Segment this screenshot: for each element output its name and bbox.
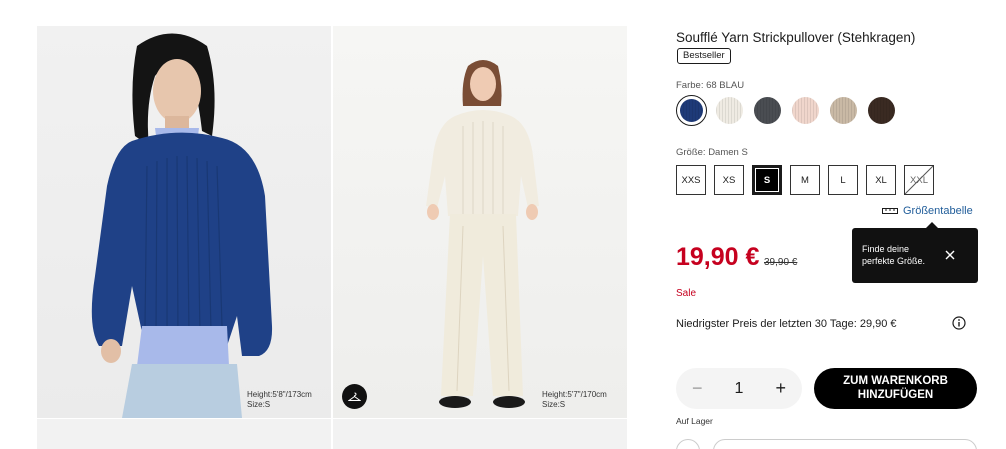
color-swatch-dark-gray[interactable] — [752, 95, 783, 126]
add-to-cart-label-line2: HINZUFÜGEN — [857, 389, 934, 401]
size-option-m[interactable]: M — [790, 165, 820, 195]
model-info-left: Height:5'8"/173cm Size:S — [247, 390, 312, 410]
original-price: 39,90 € — [764, 257, 798, 268]
size-selector: XXS XS S M L XL XXL — [676, 165, 934, 195]
product-photo-model-blue[interactable]: Height:5'8"/173cm Size:S — [37, 26, 331, 418]
size-guide-link[interactable]: Größentabelle — [882, 205, 973, 217]
product-photo-model-white[interactable]: Height:5'7"/170cm Size:S — [333, 26, 627, 418]
increase-quantity-button[interactable]: + — [775, 378, 786, 399]
model-size: Size:S — [247, 400, 271, 409]
model-info-right: Height:5'7"/170cm Size:S — [542, 390, 607, 410]
size-option-label: M — [801, 174, 809, 186]
color-swatch-fill — [679, 98, 703, 122]
product-photo-next-right[interactable] — [333, 419, 627, 449]
decrease-quantity-button[interactable]: − — [692, 378, 703, 399]
size-option-xl[interactable]: XL — [866, 165, 896, 195]
color-swatch-fill — [830, 97, 857, 124]
color-swatch-fill — [868, 97, 895, 124]
color-swatches — [676, 95, 897, 126]
wishlist-button[interactable] — [713, 439, 977, 449]
stock-status: Auf Lager — [676, 416, 713, 426]
hanger-icon — [348, 392, 361, 401]
model-height: Height:5'8"/173cm — [247, 390, 312, 399]
size-option-label: S — [763, 174, 771, 186]
store-button[interactable] — [676, 439, 700, 449]
bestseller-badge: Bestseller — [677, 48, 731, 64]
color-swatch-pink[interactable] — [790, 95, 821, 126]
size-option-xxs[interactable]: XXS — [676, 165, 706, 195]
color-swatch-dark-brown[interactable] — [866, 95, 897, 126]
size-option-xs[interactable]: XS — [714, 165, 744, 195]
color-swatch-fill — [754, 97, 781, 124]
quantity-stepper: − 1 + — [676, 368, 802, 409]
product-photo-next-left[interactable] — [37, 419, 331, 449]
model-white-illustration — [426, 60, 539, 408]
size-option-label: XXS — [681, 174, 701, 186]
product-details: Soufflé Yarn Strickpullover (Stehkragen)… — [676, 0, 981, 449]
tooltip-text: Finde deine perfekte Größe. — [862, 244, 926, 266]
try-on-button[interactable] — [342, 384, 367, 409]
unavailable-slash — [905, 166, 933, 194]
size-option-label: XS — [722, 174, 736, 186]
quantity-value[interactable]: 1 — [735, 380, 744, 398]
size-option-label: XL — [875, 174, 887, 186]
product-gallery: Height:5'8"/173cm Size:S Height:5'7"/170… — [37, 26, 627, 449]
sale-label: Sale — [676, 288, 697, 299]
current-price: 19,90 € — [676, 243, 760, 271]
size-option-xxl[interactable]: XXL — [904, 165, 934, 195]
size-guide-label: Größentabelle — [903, 205, 973, 217]
ruler-icon — [882, 208, 898, 214]
lowest-price-note: Niedrigster Preis der letzten 30 Tage: 2… — [676, 318, 897, 330]
product-title: Soufflé Yarn Strickpullover (Stehkragen) — [676, 30, 916, 45]
model-height: Height:5'7"/170cm — [542, 390, 607, 399]
size-option-label: L — [840, 174, 846, 186]
color-label: Farbe: 68 BLAU — [676, 80, 745, 91]
color-swatch-beige[interactable] — [828, 95, 859, 126]
add-to-cart-label-line1: ZUM WARENKORB — [843, 375, 948, 387]
add-to-cart-button[interactable]: ZUM WARENKORB HINZUFÜGEN — [814, 368, 977, 409]
color-swatch-fill — [792, 97, 819, 124]
size-option-s[interactable]: S — [752, 165, 782, 195]
color-swatch-blue[interactable] — [676, 95, 707, 126]
size-option-l[interactable]: L — [828, 165, 858, 195]
color-swatch-fill — [716, 97, 743, 124]
close-icon[interactable] — [944, 249, 956, 261]
color-swatch-off-white[interactable] — [714, 95, 745, 126]
size-label: Größe: Damen S — [676, 147, 748, 158]
size-tooltip: Finde deine perfekte Größe. — [852, 222, 978, 283]
model-blue-illustration — [91, 33, 273, 418]
info-icon[interactable] — [952, 316, 966, 330]
model-size: Size:S — [542, 400, 566, 409]
